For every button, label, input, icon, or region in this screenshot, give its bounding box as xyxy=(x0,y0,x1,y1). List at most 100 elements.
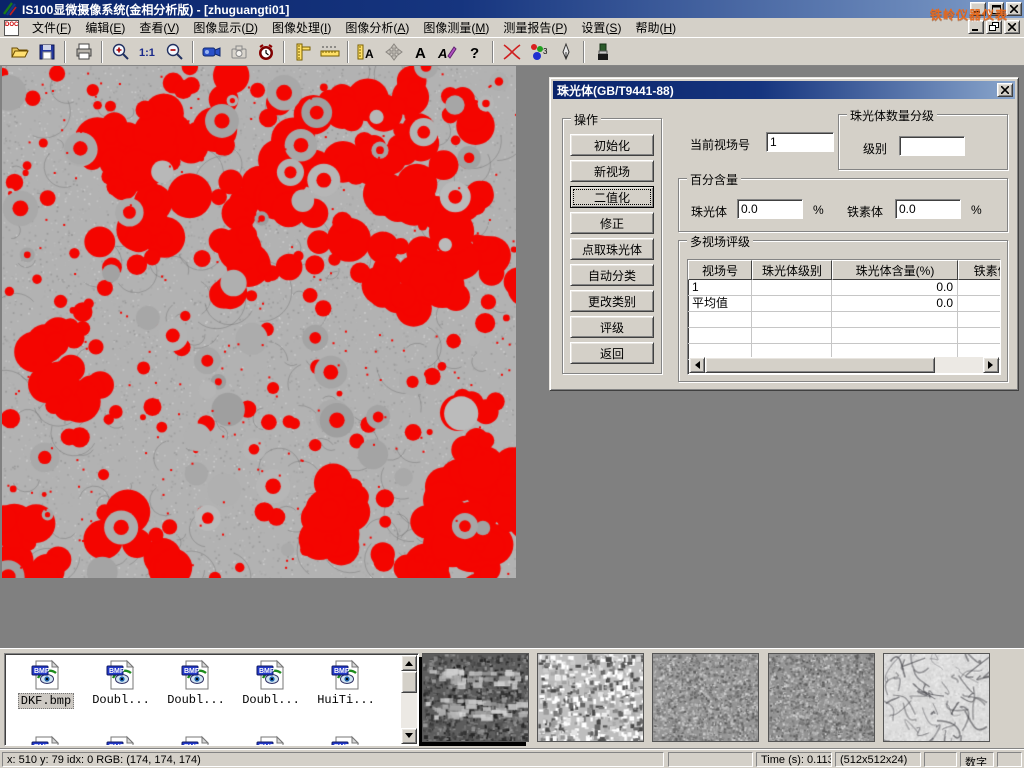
thumbnail-2[interactable] xyxy=(537,653,644,742)
help-icon[interactable]: ? xyxy=(462,40,487,64)
toolbar-separator xyxy=(492,41,494,63)
caliper-icon[interactable] xyxy=(290,40,315,64)
app-logo-icon xyxy=(2,1,18,17)
metallographic-image[interactable] xyxy=(2,66,516,578)
file-label: Doubl... xyxy=(165,693,227,707)
svg-text:BMP: BMP xyxy=(334,744,350,746)
open-folder-icon[interactable] xyxy=(7,40,32,64)
thumbnail-5[interactable] xyxy=(883,653,990,742)
zoom-in-icon[interactable] xyxy=(108,40,133,64)
text-annotation-icon[interactable]: A xyxy=(408,40,433,64)
scroll-up-button[interactable] xyxy=(401,655,417,671)
menu-item-9[interactable]: 设置(S) xyxy=(574,17,628,38)
bmp-file-icon: BMP xyxy=(329,734,363,746)
rating-table[interactable]: 视场号珠光体级别珠光体含量(%)铁素体含量(%) 10.0平均值0.0 xyxy=(687,259,1001,375)
file-list[interactable]: BMPDKF.bmpBMPBMPDoubl...BMPBMPDoubl...BM… xyxy=(4,653,419,746)
bmp-file-icon: BMP xyxy=(104,734,138,746)
table-row-2[interactable]: 平均值0.0 xyxy=(688,296,1000,312)
dialog-button-7[interactable]: 更改类别 xyxy=(570,290,654,312)
file-item-row2-5[interactable]: BMP xyxy=(311,734,381,746)
document-icon[interactable]: DOC xyxy=(4,20,19,36)
scroll-right-button[interactable] xyxy=(983,357,999,373)
file-item-row2-2[interactable]: BMP xyxy=(86,734,156,746)
thumbnail-4[interactable] xyxy=(768,653,875,742)
scroll-left-button[interactable] xyxy=(689,357,705,373)
current-field-input[interactable]: 1 xyxy=(766,132,834,152)
pearlite-input[interactable]: 0.0 xyxy=(737,199,803,219)
dialog-button-1[interactable]: 初始化 xyxy=(570,134,654,156)
menu-item-1[interactable]: 文件(F) xyxy=(25,17,78,38)
bmp-file-icon: BMP xyxy=(179,734,213,746)
menu-item-8[interactable]: 测量报告(P) xyxy=(496,17,574,38)
dialog-button-5[interactable]: 点取珠光体 xyxy=(570,238,654,260)
timer-clock-icon[interactable] xyxy=(253,40,278,64)
table-row-1[interactable]: 10.0 xyxy=(688,280,1000,296)
curve-cut-icon[interactable] xyxy=(499,40,524,64)
move-cross-icon[interactable] xyxy=(381,40,406,64)
file-item-5[interactable]: BMPHuiTi... xyxy=(311,658,381,707)
dialog-button-8[interactable]: 评级 xyxy=(570,316,654,338)
dialog-button-9[interactable]: 返回 xyxy=(570,342,654,364)
file-item-2[interactable]: BMPDoubl... xyxy=(86,658,156,707)
table-cell: 1 xyxy=(688,280,752,295)
file-item-row2-1[interactable]: BMP xyxy=(11,734,81,746)
pen-icon[interactable] xyxy=(553,40,578,64)
thumbnail-1[interactable] xyxy=(422,653,529,742)
print-icon[interactable] xyxy=(71,40,96,64)
capture-camera-icon[interactable] xyxy=(226,40,251,64)
dialog-close-button[interactable] xyxy=(997,83,1013,97)
table-header-4[interactable]: 铁素体含量(%) xyxy=(958,260,1001,280)
file-item-3[interactable]: BMPDoubl... xyxy=(161,658,231,707)
menu-item-4[interactable]: 图像显示(D) xyxy=(186,17,265,38)
table-row-4[interactable] xyxy=(688,328,1000,344)
status-image-size: (512x512x24) xyxy=(835,752,921,767)
table-header-1[interactable]: 视场号 xyxy=(688,260,752,280)
scroll-down-button[interactable] xyxy=(401,728,417,744)
status-empty-3 xyxy=(997,752,1022,767)
measure-text-icon[interactable]: A xyxy=(354,40,379,64)
file-scrollbar-thumb[interactable] xyxy=(401,671,417,693)
svg-text:1:1: 1:1 xyxy=(139,47,155,59)
table-header-2[interactable]: 珠光体级别 xyxy=(752,260,832,280)
ferrite-input[interactable]: 0.0 xyxy=(895,199,961,219)
scrollbar-thumb[interactable] xyxy=(705,357,935,373)
file-item-1[interactable]: BMPDKF.bmp xyxy=(11,658,81,709)
dialog-button-2[interactable]: 新视场 xyxy=(570,160,654,182)
menu-item-6[interactable]: 图像分析(A) xyxy=(338,17,416,38)
edit-annotation-icon[interactable]: A xyxy=(435,40,460,64)
svg-text:A: A xyxy=(415,45,426,62)
video-camera-icon[interactable] xyxy=(199,40,224,64)
close-button[interactable] xyxy=(1006,2,1022,16)
menu-bar: DOC 文件(F)编辑(E)查看(V)图像显示(D)图像处理(I)图像分析(A)… xyxy=(0,18,1024,38)
file-list-scrollbar[interactable] xyxy=(401,655,417,744)
table-cell: 0.0 xyxy=(832,280,958,295)
toolbar: 1:1AAA?3 xyxy=(0,38,1024,66)
file-label: DKF.bmp xyxy=(18,693,74,709)
dialog-button-3[interactable]: 二值化 xyxy=(570,186,654,208)
status-mode: 数字 xyxy=(960,752,994,767)
grade-input[interactable] xyxy=(899,136,965,156)
file-item-4[interactable]: BMPDoubl... xyxy=(236,658,306,707)
table-cell: 0.0 xyxy=(832,296,958,311)
table-horizontal-scrollbar[interactable] xyxy=(689,357,999,373)
table-row-3[interactable] xyxy=(688,312,1000,328)
zoom-out-icon[interactable] xyxy=(162,40,187,64)
save-icon[interactable] xyxy=(34,40,59,64)
phase-count-icon[interactable]: 3 xyxy=(526,40,551,64)
thumbnail-3[interactable] xyxy=(652,653,759,742)
dialog-button-6[interactable]: 自动分类 xyxy=(570,264,654,286)
table-header-3[interactable]: 珠光体含量(%) xyxy=(832,260,958,280)
menu-item-5[interactable]: 图像处理(I) xyxy=(265,17,338,38)
status-empty-1 xyxy=(668,752,753,767)
actual-size-icon[interactable]: 1:1 xyxy=(135,40,160,64)
menu-item-7[interactable]: 图像测量(M) xyxy=(416,17,496,38)
svg-text:BMP: BMP xyxy=(184,744,200,746)
file-item-row2-3[interactable]: BMP xyxy=(161,734,231,746)
menu-item-3[interactable]: 查看(V) xyxy=(132,17,186,38)
brush-icon[interactable] xyxy=(590,40,615,64)
menu-item-10[interactable]: 帮助(H) xyxy=(628,17,683,38)
file-item-row2-4[interactable]: BMP xyxy=(236,734,306,746)
dialog-button-4[interactable]: 修正 xyxy=(570,212,654,234)
ruler-icon[interactable] xyxy=(317,40,342,64)
menu-item-2[interactable]: 编辑(E) xyxy=(78,17,132,38)
